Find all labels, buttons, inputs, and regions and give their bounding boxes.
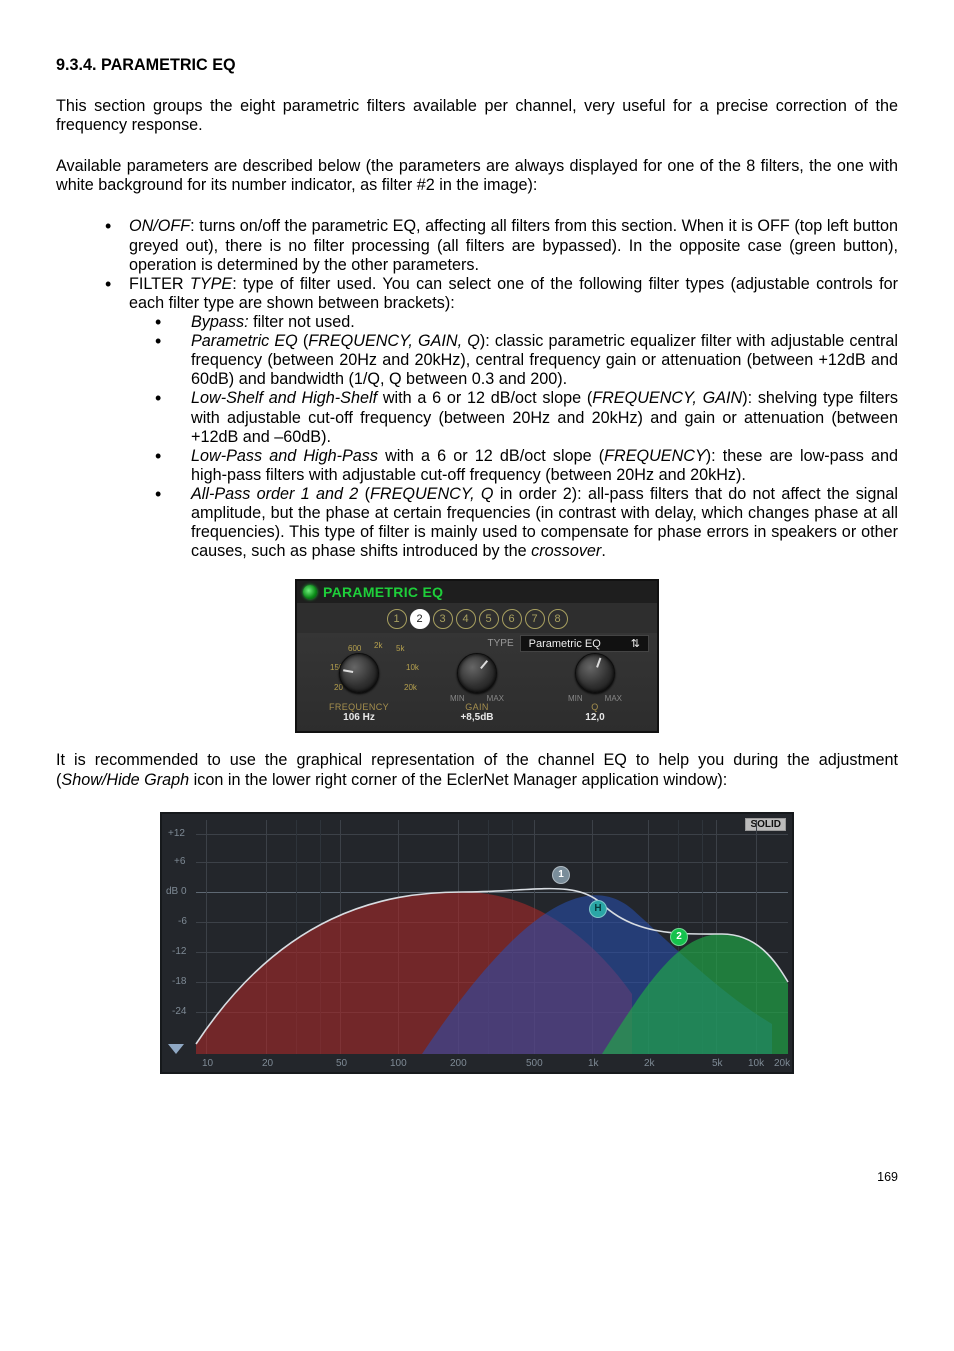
parametric-eq-figure: PARAMETRIC EQ 1 2 3 4 5 6 7 8 TYPE Param… [56, 579, 898, 733]
shelf-mid: with a 6 or 12 dB/oct slope ( [377, 389, 592, 407]
parametric-args: FREQUENCY, GAIN, Q [308, 332, 480, 350]
parametric-text: ): classic parametric equalizer filter w… [191, 332, 898, 388]
freq-tick-600: 600 [348, 644, 361, 653]
type-value: Parametric EQ [529, 638, 601, 650]
para3-i: Show/Hide Graph [61, 771, 189, 789]
filter-marker-1[interactable]: 1 [552, 866, 570, 884]
filter-5-button[interactable]: 5 [479, 609, 499, 629]
intro-paragraph-1: This section groups the eight parametric… [56, 97, 898, 135]
type-label: TYPE [488, 638, 514, 649]
shelf-label: Low-Shelf and High-Shelf [191, 389, 377, 407]
q-label: Q [541, 702, 649, 712]
onoff-label: ON/OFF [129, 217, 190, 235]
bypass-text: filter not used. [249, 313, 355, 331]
gain-max: MAX [487, 694, 504, 703]
page-number: 169 [56, 1170, 898, 1184]
on-led-icon[interactable] [303, 585, 317, 599]
sub-pass: Low-Pass and High-Pass with a 6 or 12 dB… [155, 447, 898, 485]
frequency-value: 106 Hz [305, 712, 413, 723]
type-select[interactable]: Parametric EQ ⇅ [520, 635, 649, 652]
filter-8-button[interactable]: 8 [548, 609, 568, 629]
sub-shelf: Low-Shelf and High-Shelf with a 6 or 12 … [155, 389, 898, 446]
para3-b: icon in the lower right corner of the Ec… [189, 771, 727, 789]
filter-type-label: TYPE [190, 275, 232, 293]
q-max: MAX [605, 694, 622, 703]
filter-marker-2[interactable]: 2 [670, 928, 688, 946]
pass-args: FREQUENCY [604, 447, 706, 465]
filter-7-button[interactable]: 7 [525, 609, 545, 629]
bullet-filter-type: FILTER TYPE: type of filter used. You ca… [105, 275, 898, 562]
panel-titlebar: PARAMETRIC EQ [297, 581, 657, 603]
pass-mid: with a 6 or 12 dB/oct slope ( [378, 447, 604, 465]
allpass-label: All-Pass order 1 and 2 [191, 485, 358, 503]
q-min: MIN [568, 694, 583, 703]
eq-graph[interactable]: SOLID +12 +6 dB 0 -6 -12 -18 -24 10 20 5… [160, 812, 794, 1074]
collapse-triangle-icon[interactable] [168, 1044, 184, 1054]
filter-6-button[interactable]: 6 [502, 609, 522, 629]
allpass-mid: ( [358, 485, 370, 503]
pass-label: Low-Pass and High-Pass [191, 447, 378, 465]
type-row: TYPE Parametric EQ ⇅ [488, 635, 649, 652]
parametric-eq-panel: PARAMETRIC EQ 1 2 3 4 5 6 7 8 TYPE Param… [295, 579, 659, 733]
freq-tick-20k: 20k [404, 683, 417, 692]
freq-tick-20: 20 [334, 683, 343, 692]
frequency-label: FREQUENCY [305, 702, 413, 712]
filter-prefix: FILTER [129, 275, 190, 293]
eq-graph-figure: SOLID +12 +6 dB 0 -6 -12 -18 -24 10 20 5… [56, 812, 898, 1074]
sub-allpass: All-Pass order 1 and 2 (FREQUENCY, Q in … [155, 485, 898, 561]
gain-label: GAIN [423, 702, 531, 712]
bullet-onoff: ON/OFF: turns on/off the parametric EQ, … [105, 217, 898, 274]
panel-title: PARAMETRIC EQ [323, 584, 443, 600]
freq-tick-10k: 10k [406, 663, 419, 672]
q-value: 12,0 [541, 712, 649, 723]
filter-marker-h[interactable]: H [589, 900, 607, 918]
allpass-tail: crossover [531, 542, 601, 560]
bypass-label: Bypass: [191, 313, 249, 331]
onoff-text: : turns on/off the parametric EQ, affect… [129, 217, 898, 273]
freq-tick-2k: 2k [374, 641, 382, 650]
allpass-args: FREQUENCY, Q [370, 485, 494, 503]
gain-min: MIN [450, 694, 465, 703]
frequency-knob[interactable] [339, 653, 379, 693]
filter-type-text: : type of filter used. You can select on… [129, 275, 898, 312]
filter-1-button[interactable]: 1 [387, 609, 407, 629]
graph-paragraph: It is recommended to use the graphical r… [56, 751, 898, 789]
filter-selector-row: 1 2 3 4 5 6 7 8 [297, 603, 657, 633]
sub-parametric: Parametric EQ (FREQUENCY, GAIN, Q): clas… [155, 332, 898, 389]
filter-2-button[interactable]: 2 [410, 609, 430, 629]
freq-tick-5k: 5k [396, 644, 404, 653]
eq-curves [162, 814, 792, 1072]
dropdown-arrows-icon: ⇅ [631, 637, 640, 650]
parametric-label: Parametric EQ [191, 332, 298, 350]
shelf-args: FREQUENCY, GAIN [592, 389, 742, 407]
sub-bypass: Bypass: filter not used. [155, 313, 898, 332]
filter-4-button[interactable]: 4 [456, 609, 476, 629]
intro-paragraph-2: Available parameters are described below… [56, 157, 898, 195]
gain-value: +8,5dB [423, 712, 531, 723]
section-heading: 9.3.4. PARAMETRIC EQ [56, 56, 898, 75]
allpass-dot: . [601, 542, 606, 560]
filter-3-button[interactable]: 3 [433, 609, 453, 629]
